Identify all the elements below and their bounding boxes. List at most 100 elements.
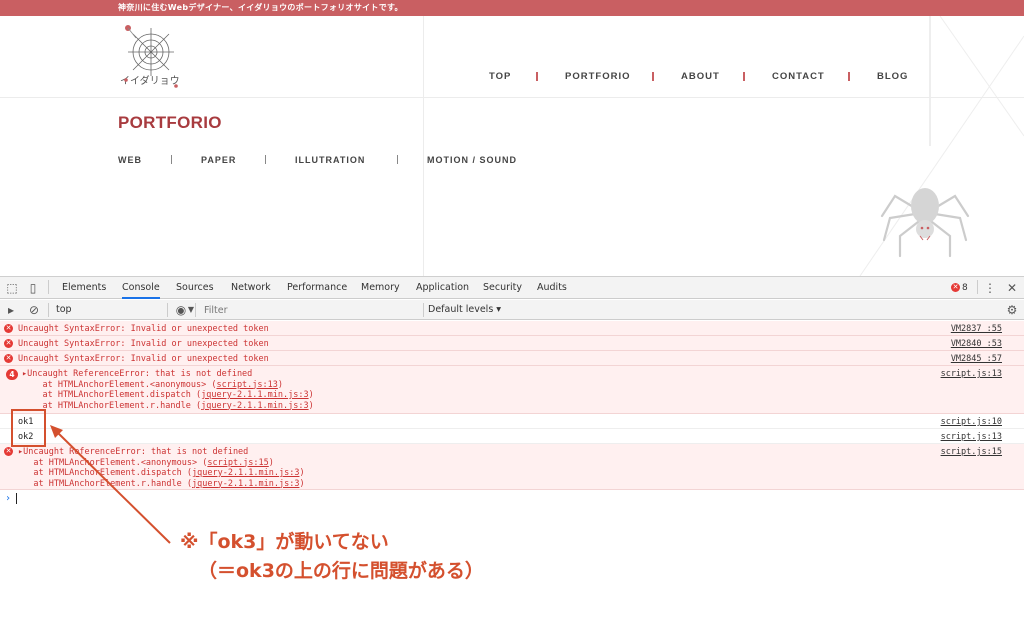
tab-separator: [977, 280, 978, 294]
stack-frame: at HTMLAnchorElement.r.handle (jquery-2.…: [18, 478, 305, 489]
error-icon: ✕: [4, 354, 13, 363]
console-message-error-group[interactable]: 4 ▸Uncaught ReferenceError: that is not …: [0, 366, 1024, 414]
console-toolbar: ▸ ⊘ top ▼ ◉ Default levels ▾ ⚙: [0, 300, 1024, 320]
filter-input[interactable]: [200, 302, 422, 318]
stack-frame-link[interactable]: script.js:13: [216, 380, 277, 390]
toolbar-separator: [423, 303, 424, 317]
error-icon: ✕: [4, 339, 13, 348]
category-web[interactable]: WEB: [118, 155, 142, 165]
source-link[interactable]: script.js:13: [941, 432, 1002, 442]
tab-elements[interactable]: Elements: [62, 277, 106, 299]
message-text: Uncaught SyntaxError: Invalid or unexpec…: [18, 354, 269, 364]
nav-separator: [848, 72, 850, 81]
source-link[interactable]: script.js:15: [941, 447, 1002, 457]
nav-about[interactable]: ABOUT: [681, 71, 720, 82]
site-tagline-bar: 神奈川に住むWebデザイナー、イイダリョウのポートフォリオサイトです。: [0, 0, 1024, 16]
nav-top[interactable]: TOP: [489, 71, 511, 82]
page-title: PORTFORIO: [118, 113, 222, 132]
devtools-panel: ⬚ ▯ Elements Console Sources Network Per…: [0, 276, 1024, 637]
source-link[interactable]: VM2845 :57: [951, 354, 1002, 364]
console-message-log: ok1 script.js:10: [0, 414, 1024, 429]
stack-frame: at HTMLAnchorElement.r.handle (jquery-2.…: [22, 400, 314, 411]
stack-frame: at HTMLAnchorElement.<anonymous> (script…: [18, 457, 274, 468]
toolbar-separator: [167, 303, 168, 317]
toolbar-separator: [48, 303, 49, 317]
error-count: 8: [962, 283, 968, 293]
console-output: ✕ Uncaught SyntaxError: Invalid or unexp…: [0, 321, 1024, 637]
subnav-separator: [265, 155, 266, 164]
website-area: イイダリョウ TOP PORTFORIO ABOUT CONTACT BLOG …: [0, 16, 1024, 276]
message-text: Uncaught SyntaxError: Invalid or unexpec…: [18, 324, 269, 334]
error-counter[interactable]: ✕ 8: [951, 281, 968, 295]
close-icon[interactable]: ✕: [1005, 281, 1019, 295]
console-message-error: ✕ Uncaught SyntaxError: Invalid or unexp…: [0, 351, 1024, 366]
eye-icon[interactable]: ◉: [174, 303, 188, 317]
spider-illustration: [880, 188, 970, 258]
stack-frame: at HTMLAnchorElement.dispatch (jquery-2.…: [18, 468, 305, 478]
annotation-highlight-box: [11, 409, 46, 447]
nav-separator: [652, 72, 654, 81]
nav-separator: [743, 72, 745, 81]
device-toolbar-icon[interactable]: ▯: [26, 281, 40, 295]
category-paper[interactable]: PAPER: [201, 155, 236, 165]
subnav-separator: [171, 155, 172, 164]
category-illustration[interactable]: ILLUTRATION: [295, 155, 365, 165]
source-link[interactable]: VM2840 :53: [951, 339, 1002, 349]
console-prompt-icon: ›: [5, 493, 12, 504]
console-message-error: ✕ Uncaught SyntaxError: Invalid or unexp…: [0, 336, 1024, 351]
annotation-line-1: ※「ok3」が動いてない: [180, 531, 389, 553]
tab-security[interactable]: Security: [483, 277, 522, 299]
chevron-down-icon: ▼: [187, 305, 194, 314]
tab-console[interactable]: Console: [122, 277, 160, 299]
message-text: ▸Uncaught ReferenceError: that is not de…: [18, 447, 305, 489]
header-divider: [0, 97, 1024, 98]
tab-sources[interactable]: Sources: [176, 277, 214, 299]
log-levels-select[interactable]: Default levels ▾: [428, 303, 501, 317]
error-icon: ✕: [4, 324, 13, 333]
console-message-error: ✕ Uncaught SyntaxError: Invalid or unexp…: [0, 321, 1024, 336]
nav-portforio[interactable]: PORTFORIO: [565, 71, 630, 82]
source-link[interactable]: script.js:13: [941, 369, 1002, 379]
context-value: top: [56, 304, 72, 315]
clear-console-icon[interactable]: ⊘: [27, 303, 41, 317]
nav-separator: [536, 72, 538, 81]
more-options-icon[interactable]: ⋮: [983, 281, 997, 295]
stack-frame-link[interactable]: jquery-2.1.1.min.js:3: [192, 468, 299, 478]
category-motion-sound[interactable]: MOTION / SOUND: [427, 155, 517, 165]
stack-frame-link[interactable]: jquery-2.1.1.min.js:3: [201, 390, 308, 400]
log-levels-value: Default levels: [428, 304, 494, 315]
console-message-log: ok2 script.js:13: [0, 429, 1024, 444]
tab-application[interactable]: Application: [416, 277, 469, 299]
main-nav: TOP PORTFORIO ABOUT CONTACT BLOG: [0, 71, 1024, 85]
tab-separator: [48, 280, 49, 294]
message-text-main: Uncaught ReferenceError: that is not def…: [23, 447, 249, 457]
console-message-error-group[interactable]: ✕ ▸Uncaught ReferenceError: that is not …: [0, 444, 1024, 490]
source-link[interactable]: VM2837 :55: [951, 324, 1002, 334]
nav-blog[interactable]: BLOG: [877, 71, 908, 82]
stack-frame: at HTMLAnchorElement.dispatch (jquery-2.…: [22, 390, 314, 400]
message-text: Uncaught SyntaxError: Invalid or unexpec…: [18, 339, 269, 349]
console-input[interactable]: [16, 493, 17, 504]
annotation-line-2: （＝ok3の上の行に問題がある）: [198, 560, 484, 582]
settings-gear-icon[interactable]: ⚙: [1005, 303, 1019, 317]
message-text: ▸Uncaught ReferenceError: that is not de…: [22, 369, 314, 411]
tab-network[interactable]: Network: [231, 277, 271, 299]
message-text-main: Uncaught ReferenceError: that is not def…: [27, 369, 253, 379]
stack-frame-link[interactable]: jquery-2.1.1.min.js:3: [192, 479, 299, 489]
stack-frame-link[interactable]: script.js:15: [207, 458, 268, 468]
inspect-element-icon[interactable]: ⬚: [5, 281, 19, 295]
repeat-count-badge: 4: [6, 369, 18, 380]
tab-memory[interactable]: Memory: [361, 277, 400, 299]
source-link[interactable]: script.js:10: [941, 417, 1002, 427]
stack-frame-link[interactable]: jquery-2.1.1.min.js:3: [201, 401, 308, 411]
nav-contact[interactable]: CONTACT: [772, 71, 825, 82]
devtools-tabbar: ⬚ ▯ Elements Console Sources Network Per…: [0, 277, 1024, 299]
subnav-separator: [397, 155, 398, 164]
sidebar-toggle-icon[interactable]: ▸: [4, 303, 18, 317]
site-tagline: 神奈川に住むWebデザイナー、イイダリョウのポートフォリオサイトです。: [118, 3, 403, 12]
content-divider: [423, 16, 424, 276]
toolbar-separator: [195, 303, 196, 317]
tab-audits[interactable]: Audits: [537, 277, 567, 299]
tab-performance[interactable]: Performance: [287, 277, 347, 299]
error-icon: ✕: [951, 283, 960, 292]
